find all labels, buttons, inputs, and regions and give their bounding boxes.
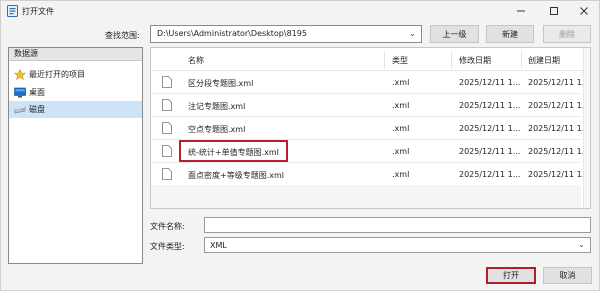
file-created: 2025/12/11 1...: [528, 170, 590, 179]
table-row[interactable]: 面点密度+等级专题图.xml .xml 2025/12/11 1... 2025…: [151, 163, 589, 186]
file-name: 空点专题图.xml: [188, 125, 246, 134]
up-level-button[interactable]: 上一级: [430, 25, 479, 43]
sidebar-item-label: 桌面: [29, 88, 45, 97]
file-name: 面点密度+等级专题图.xml: [188, 171, 284, 180]
file-modified: 2025/12/11 1...: [459, 78, 521, 87]
column-header-created[interactable]: 创建日期: [528, 55, 560, 66]
vertical-scrollbar[interactable]: [583, 48, 590, 208]
file-created: 2025/12/11 1...: [528, 101, 590, 110]
disk-icon: [14, 106, 26, 114]
file-list-header: 名称 类型 修改日期 创建日期: [151, 48, 590, 71]
path-combobox[interactable]: D:\Users\Administrator\Desktop\8195 ⌄: [150, 25, 422, 43]
file-type: .xml: [392, 124, 410, 133]
sidebar-item-desktop[interactable]: 桌面: [9, 84, 142, 101]
file-list[interactable]: 名称 类型 修改日期 创建日期 区分段专题图.xml .xml 2025/12/…: [150, 47, 591, 209]
new-button[interactable]: 新建: [486, 25, 534, 43]
file-type: .xml: [392, 147, 410, 156]
filetype-label: 文件类型:: [150, 242, 185, 251]
window-title: 打开文件: [22, 7, 54, 16]
filename-label: 文件名称:: [150, 222, 185, 231]
data-source-panel: 数据源 最近打开的项目 桌面 磁盘: [8, 47, 143, 264]
table-row[interactable]: 区分段专题图.xml .xml 2025/12/11 1... 2025/12/…: [151, 71, 589, 94]
file-icon: [162, 168, 172, 180]
sidebar-header: 数据源: [9, 48, 142, 61]
chevron-down-icon: ⌄: [409, 29, 416, 38]
path-value: D:\Users\Administrator\Desktop\8195: [157, 29, 307, 38]
table-row[interactable]: 空点专题图.xml .xml 2025/12/11 1... 2025/12/1…: [151, 117, 589, 140]
file-type: .xml: [392, 101, 410, 110]
filename-input[interactable]: [204, 217, 591, 233]
close-button[interactable]: [572, 3, 596, 19]
column-divider[interactable]: [384, 51, 385, 68]
column-divider[interactable]: [451, 51, 452, 68]
empty-list-area: [151, 185, 581, 208]
filetype-value: XML: [210, 241, 227, 250]
minimize-button[interactable]: [509, 3, 533, 19]
app-icon: [7, 5, 18, 17]
file-type: .xml: [392, 170, 410, 179]
file-created: 2025/12/11 1...: [528, 124, 590, 133]
file-name: 注记专题图.xml: [188, 102, 246, 111]
path-label: 查找范围:: [105, 31, 140, 40]
desktop-icon: [14, 87, 26, 98]
maximize-button[interactable]: [542, 3, 566, 19]
open-button[interactable]: 打开: [486, 267, 536, 284]
sidebar-item-recent[interactable]: 最近打开的项目: [9, 66, 142, 83]
file-modified: 2025/12/11 1...: [459, 147, 521, 156]
file-created: 2025/12/11 1...: [528, 78, 590, 87]
star-icon: [14, 69, 26, 80]
close-icon: [580, 7, 588, 15]
chevron-down-icon: ⌄: [578, 240, 585, 249]
table-row[interactable]: 统-统计+单值专题图.xml .xml 2025/12/11 1... 2025…: [151, 140, 589, 163]
file-type: .xml: [392, 78, 410, 87]
cancel-button[interactable]: 取消: [543, 267, 592, 284]
sidebar-item-label: 磁盘: [29, 105, 45, 114]
title-bar: 打开文件: [1, 1, 599, 21]
file-name: 区分段专题图.xml: [188, 79, 254, 88]
file-name: 统-统计+单值专题图.xml: [188, 148, 279, 157]
file-icon: [162, 122, 172, 134]
file-icon: [162, 99, 172, 111]
maximize-icon: [550, 7, 558, 15]
column-header-modified[interactable]: 修改日期: [459, 55, 491, 66]
sidebar-item-label: 最近打开的项目: [29, 70, 85, 79]
file-modified: 2025/12/11 1...: [459, 170, 521, 179]
column-header-name[interactable]: 名称: [188, 55, 204, 66]
filetype-select[interactable]: XML ⌄: [204, 237, 591, 253]
file-modified: 2025/12/11 1...: [459, 124, 521, 133]
file-created: 2025/12/11 1...: [528, 147, 590, 156]
table-row[interactable]: 注记专题图.xml .xml 2025/12/11 1... 2025/12/1…: [151, 94, 589, 117]
delete-button[interactable]: 删除: [543, 25, 591, 43]
sidebar-item-disk[interactable]: 磁盘: [9, 101, 142, 118]
file-icon: [162, 145, 172, 157]
column-header-type[interactable]: 类型: [392, 55, 408, 66]
minimize-icon: [517, 10, 525, 12]
column-divider[interactable]: [521, 51, 522, 68]
file-icon: [162, 76, 172, 88]
file-modified: 2025/12/11 1...: [459, 101, 521, 110]
open-file-dialog: 打开文件 查找范围: D:\Users\Administrator\Deskto…: [0, 0, 600, 291]
